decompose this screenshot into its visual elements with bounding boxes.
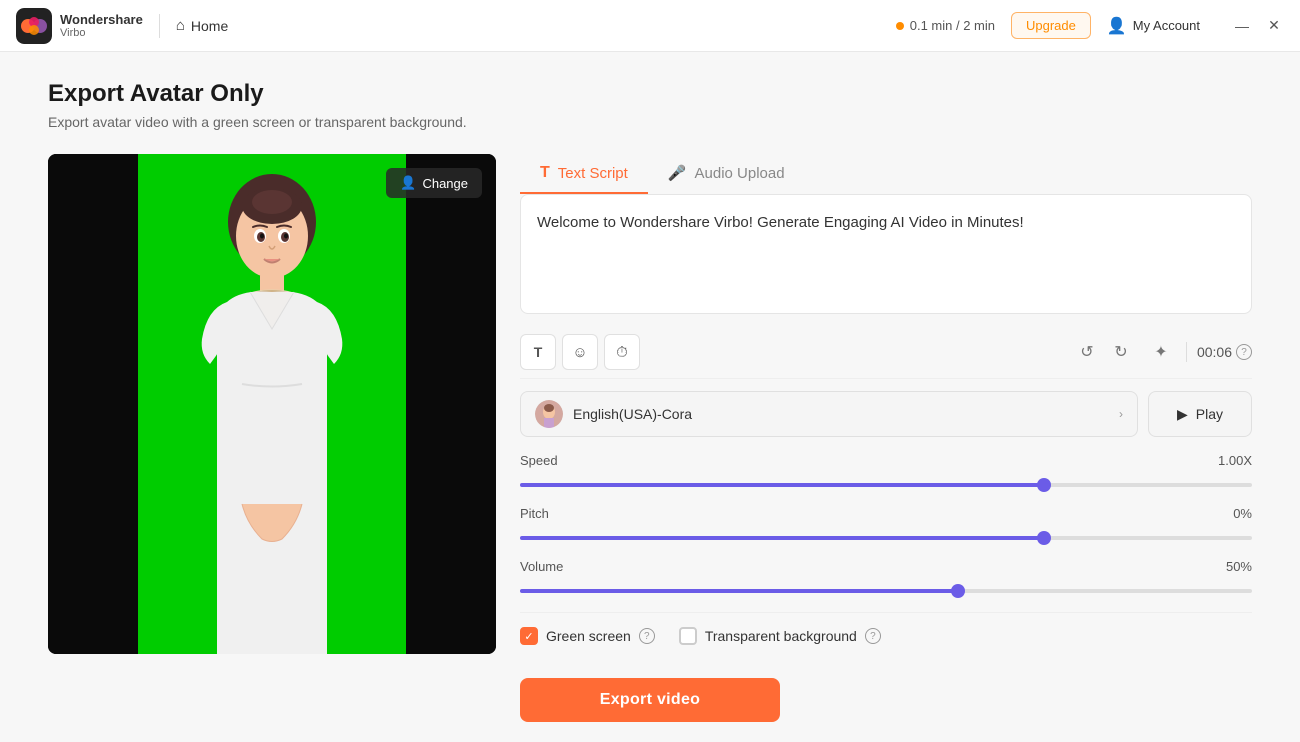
minimize-button[interactable]: — [1232, 16, 1252, 36]
time-button[interactable]: ⏱ [604, 334, 640, 370]
pitch-slider-row: Pitch 0% [520, 506, 1252, 545]
right-panel: T Text Script 🎤 Audio Upload Welcome to … [520, 154, 1252, 658]
volume-slider[interactable] [520, 589, 1252, 593]
tab-text-script[interactable]: T Text Script [520, 154, 648, 194]
main-content: Export Avatar Only Export avatar video w… [0, 52, 1300, 742]
time-display: 00:06 ? [1197, 344, 1252, 360]
titlebar-right: 0.1 min / 2 min Upgrade 👤 My Account — ✕ [896, 12, 1284, 39]
export-button[interactable]: Export video [520, 678, 781, 722]
toolbar-divider [1186, 342, 1187, 362]
undo-redo-group: ↺ ↻ [1072, 337, 1136, 367]
speed-slider[interactable] [520, 483, 1252, 487]
script-toolbar: T ☺ ⏱ ↺ ↻ ✦ 0 [520, 326, 1252, 379]
chevron-right-icon: › [1119, 407, 1123, 421]
home-nav[interactable]: ⌂ Home [176, 17, 228, 34]
voice-selector[interactable]: English(USA)-Cora › [520, 391, 1138, 437]
close-button[interactable]: ✕ [1264, 16, 1284, 36]
play-icon: ▶ [1177, 406, 1188, 423]
page-title: Export Avatar Only [48, 80, 1252, 108]
speed-label: Speed 1.00X [520, 453, 1252, 468]
home-icon: ⌂ [176, 17, 185, 34]
transparent-checkbox[interactable] [679, 627, 697, 645]
text-format-button[interactable]: T [520, 334, 556, 370]
green-screen-help-icon[interactable]: ? [639, 628, 655, 644]
volume-slider-row: Volume 50% [520, 559, 1252, 598]
app-logo: Wondershare Virbo [16, 8, 143, 44]
text-script-icon: T [540, 164, 550, 182]
green-screen-option[interactable]: ✓ Green screen ? [520, 627, 655, 645]
voice-avatar [535, 400, 563, 428]
avatar-image [142, 154, 402, 654]
video-panel: 👤 Change [48, 154, 496, 654]
divider [159, 14, 160, 38]
titlebar: Wondershare Virbo ⌂ Home 0.1 min / 2 min… [0, 0, 1300, 52]
logo-icon [16, 8, 52, 44]
emoji-icon: ☺ [572, 344, 587, 361]
upgrade-button[interactable]: Upgrade [1011, 12, 1091, 39]
window-controls: — ✕ [1232, 16, 1284, 36]
video-bg-right [406, 154, 496, 654]
green-screen-checkbox[interactable]: ✓ [520, 627, 538, 645]
toolbar-right: ↺ ↻ ✦ 00:06 ? [1072, 337, 1252, 367]
account-icon: 👤 [1107, 16, 1127, 36]
content-row: 👤 Change T Text Script 🎤 Audio Upload We… [48, 154, 1252, 658]
volume-label: Volume 50% [520, 559, 1252, 574]
video-bg-left [48, 154, 138, 654]
speed-slider-row: Speed 1.00X [520, 453, 1252, 492]
change-button[interactable]: 👤 Change [386, 168, 482, 198]
voice-row: English(USA)-Cora › ▶ Play [520, 391, 1252, 437]
magic-button[interactable]: ✦ [1146, 337, 1176, 367]
transparent-bg-option[interactable]: Transparent background ? [679, 627, 881, 645]
person-icon: 👤 [400, 175, 416, 191]
app-name: Wondershare Virbo [60, 12, 143, 40]
toolbar-left: T ☺ ⏱ [520, 334, 640, 370]
transparent-help-icon[interactable]: ? [865, 628, 881, 644]
help-icon[interactable]: ? [1236, 344, 1252, 360]
script-textarea[interactable]: Welcome to Wondershare Virbo! Generate E… [520, 194, 1252, 314]
emoji-button[interactable]: ☺ [562, 334, 598, 370]
pitch-label: Pitch 0% [520, 506, 1252, 521]
page-subtitle: Export avatar video with a green screen … [48, 114, 1252, 130]
account-button[interactable]: 👤 My Account [1107, 16, 1200, 36]
background-options: ✓ Green screen ? Transparent background … [520, 612, 1252, 645]
text-format-icon: T [534, 344, 543, 360]
usage-info: 0.1 min / 2 min [896, 18, 995, 33]
play-button[interactable]: ▶ Play [1148, 391, 1252, 437]
time-icon: ⏱ [616, 344, 628, 361]
undo-button[interactable]: ↺ [1072, 337, 1102, 367]
usage-dot-icon [896, 22, 904, 30]
mic-icon: 🎤 [668, 164, 687, 182]
redo-button[interactable]: ↻ [1106, 337, 1136, 367]
tab-audio-upload[interactable]: 🎤 Audio Upload [648, 154, 805, 194]
pitch-slider[interactable] [520, 536, 1252, 540]
export-row: Export video [48, 658, 1252, 722]
tabs: T Text Script 🎤 Audio Upload [520, 154, 1252, 194]
